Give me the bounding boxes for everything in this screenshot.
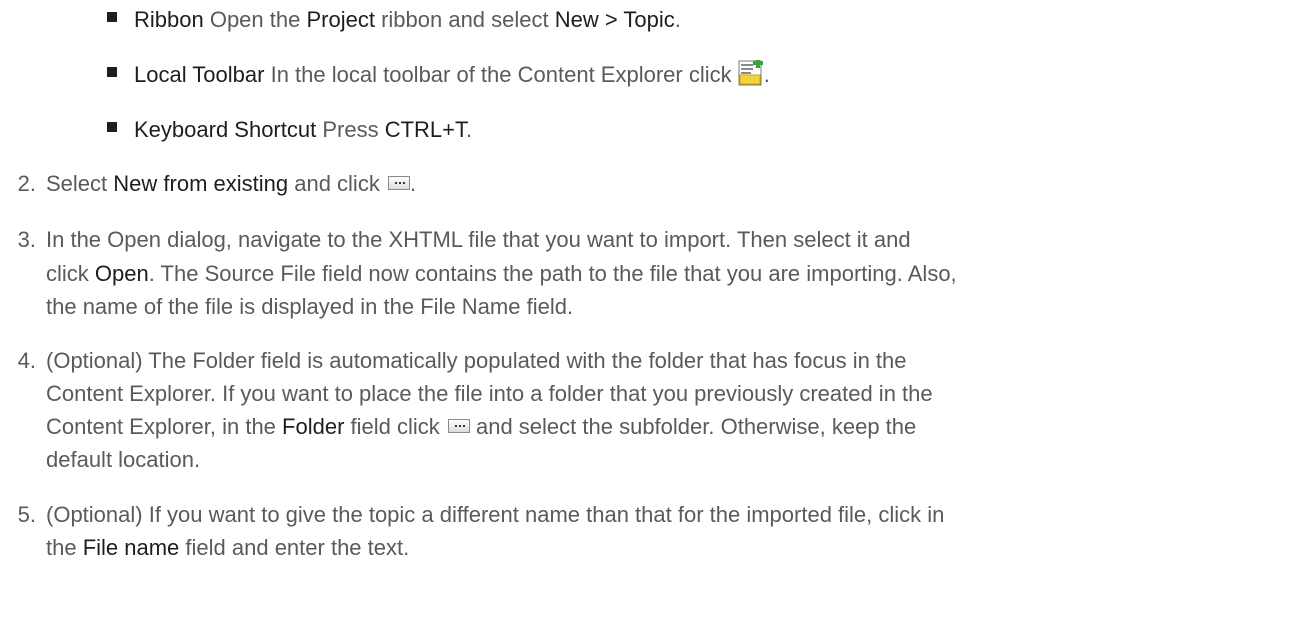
- step-4-line-1: (Optional) The Folder field is automatic…: [46, 348, 907, 373]
- bullet-ribbon: Ribbon Open the Project ribbon and selec…: [134, 7, 681, 32]
- step-4-line-4: default location.: [46, 447, 201, 472]
- step-number: 2.: [17, 171, 36, 196]
- bullet-marker: [107, 67, 117, 77]
- browse-ellipsis-icon: [447, 419, 470, 433]
- bullet-marker: [107, 122, 117, 132]
- step-2-text: Select New from existing and click .: [46, 171, 417, 196]
- step-5-line-1: (Optional) If you want to give the topic…: [46, 502, 945, 527]
- step-3-line-2: click Open. The Source File field now co…: [46, 261, 957, 286]
- bullet-marker: [107, 12, 117, 22]
- new-topic-icon: [738, 58, 764, 96]
- step-3-line-1: In the Open dialog, navigate to the XHTM…: [46, 227, 911, 252]
- step-4-line-3: Content Explorer, in the Folder field cl…: [46, 414, 917, 439]
- step-3-line-3: the name of the file is displayed in the…: [46, 294, 574, 319]
- step-number: 3.: [17, 227, 36, 252]
- step-number: 5.: [17, 502, 36, 527]
- bullet-local-toolbar: Local Toolbar In the local toolbar of th…: [134, 58, 770, 96]
- step-5-line-2: the File name field and enter the text.: [46, 535, 410, 560]
- bullet-keyboard-shortcut: Keyboard Shortcut Press CTRL+T.: [134, 117, 473, 142]
- step-number: 4.: [17, 348, 36, 373]
- browse-ellipsis-icon: [387, 176, 410, 190]
- step-4-line-2: Content Explorer. If you want to place t…: [46, 381, 933, 406]
